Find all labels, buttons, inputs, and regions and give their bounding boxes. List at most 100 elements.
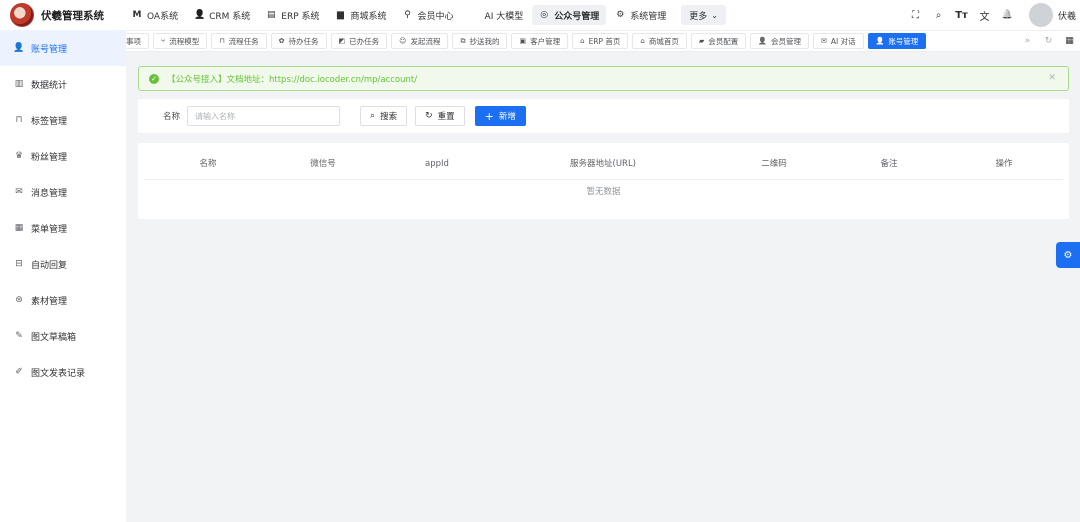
main-nav: M OA系统 👤 CRM 系统 ▤ ERP 系统 ▆ 商城系统 ⚲ 会员中心 AI 大模型 ◎ 公众号管…	[125, 0, 728, 30]
tab-8[interactable]: ⌂ ERP 首页	[572, 33, 629, 49]
tab-0[interactable]: 事项	[126, 33, 149, 49]
sidebar-item-label: 标签管理	[31, 116, 68, 127]
info-alert: ✓ 【公众号接入】文档地址：https://doc.iocoder.cn/mp/…	[138, 66, 1069, 91]
refresh-icon[interactable]: ↻	[1038, 36, 1059, 46]
tab-5[interactable]: ☺ 发起流程	[391, 33, 449, 49]
grid-icon: ▦	[14, 223, 24, 233]
sidebar-item-1[interactable]: ▥ 数据统计	[0, 66, 126, 102]
font-size-icon[interactable]: Tт	[950, 10, 973, 21]
brand[interactable]: 伏羲管理系统	[0, 3, 125, 27]
tab-label: 流程模型	[169, 36, 200, 46]
nav-item-4[interactable]: ⚲ 会员中心	[396, 5, 461, 25]
tab-11[interactable]: 👤 会员管理	[750, 33, 809, 49]
copy-icon: ⧉	[460, 36, 466, 45]
tab-10[interactable]: ▰ 会员配置	[690, 33, 747, 49]
alert-text[interactable]: 【公众号接入】文档地址：https://doc.iocoder.cn/mp/ac…	[167, 73, 417, 85]
table-header: 名称 微信号 appId 服务器地址(URL) 二维码 备注 操作	[144, 148, 1063, 180]
done-icon: ◩	[338, 37, 346, 45]
tab-9[interactable]: ⌂ 商城首页	[632, 33, 687, 49]
nav-item-1[interactable]: 👤 CRM 系统	[187, 5, 257, 25]
tab-label: ERP 首页	[588, 36, 621, 46]
user-icon: 👤	[875, 37, 885, 45]
tab-2[interactable]: ⊓ 流程任务	[211, 33, 267, 49]
sidebar-item-2[interactable]: ⊓ 标签管理	[0, 102, 126, 138]
sidebar-item-0[interactable]: 👤 账号管理	[0, 30, 126, 66]
nav-item-3[interactable]: ▆ 商城系统	[329, 5, 394, 25]
empty-text: 暂无数据	[586, 187, 621, 197]
reset-button[interactable]: ↻ 重置	[415, 106, 465, 126]
smile-icon: ☺	[399, 37, 407, 45]
tab-1[interactable]: ⑂ 流程模型	[153, 33, 208, 49]
nav-item-label: CRM 系统	[209, 11, 251, 22]
chat-icon: ✉	[820, 37, 827, 45]
tabs-bar: 事项 ⑂ 流程模型 ⊓ 流程任务 ✿ 待办任务 ◩ 已办任务 ☺ 发起流程 ⧉ 抄送我的 ▣ 客户管理 ⌂ ER…	[126, 30, 1080, 52]
search-button[interactable]: ⌕ 搜索	[360, 106, 408, 126]
tab-label: 已办任务	[349, 36, 380, 46]
sidebar-item-label: 账号管理	[31, 44, 68, 55]
tab-label: 会员配置	[708, 36, 739, 46]
close-icon[interactable]: ✕	[1048, 73, 1056, 83]
shop-icon: ▆	[337, 10, 344, 20]
tab-label: AI 对话	[830, 36, 856, 46]
name-label: 名称	[163, 112, 181, 122]
pen-icon: ✐	[15, 367, 23, 377]
todo-icon: ✿	[278, 37, 285, 45]
user-icon: 👤	[194, 10, 206, 20]
tab-4[interactable]: ◩ 已办任务	[330, 33, 388, 49]
tab-6[interactable]: ⧉ 抄送我的	[452, 33, 508, 49]
user-icon: 👤	[758, 37, 767, 45]
tab-3[interactable]: ✿ 待办任务	[270, 33, 327, 49]
column-header: 操作	[995, 159, 1013, 169]
sidebar-item-label: 素材管理	[31, 296, 68, 307]
name-input[interactable]	[187, 106, 341, 126]
sidebar-item-8[interactable]: ✎ 图文草稿箱	[0, 318, 126, 354]
m-icon: M	[132, 10, 142, 20]
chart-icon: ▥	[14, 79, 24, 89]
tabs-menu-icon[interactable]: ▦	[1059, 36, 1080, 46]
nav-item-2[interactable]: ▤ ERP 系统	[259, 5, 326, 25]
bell-icon[interactable]: 🔔	[996, 10, 1019, 20]
logo-icon	[10, 3, 34, 27]
aperture-icon: ⊛	[15, 295, 23, 305]
nav-item-label: OA系统	[147, 11, 179, 22]
sidebar-item-label: 自动回复	[31, 260, 68, 271]
search-icon[interactable]: ⌕	[927, 10, 950, 21]
nav-item-5[interactable]: AI 大模型	[463, 5, 531, 25]
sidebar-item-6[interactable]: ⊟ 自动回复	[0, 246, 126, 282]
sidebar-item-5[interactable]: ▦ 菜单管理	[0, 210, 126, 246]
tab-label: 会员管理	[770, 36, 801, 46]
sidebar-item-7[interactable]: ⊛ 素材管理	[0, 282, 126, 318]
tab-7[interactable]: ▣ 客户管理	[511, 33, 569, 49]
tab-12[interactable]: ✉ AI 对话	[812, 33, 864, 49]
compass-icon: ◎	[540, 10, 549, 20]
nav-item-7[interactable]: ⚙ 系统管理	[608, 5, 673, 25]
add-button[interactable]: + 新增	[474, 106, 526, 126]
flow-icon: ⑂	[161, 37, 166, 45]
column-header: 服务器地址(URL)	[570, 159, 636, 169]
success-check-icon: ✓	[149, 73, 159, 84]
sidebar-item-9[interactable]: ✐ 图文发表记录	[0, 354, 126, 390]
mail-icon: ✉	[15, 187, 23, 197]
settings-float-button[interactable]: ⚙	[1056, 242, 1080, 268]
customer-icon: ▣	[519, 37, 527, 45]
nav-item-label: AI 大模型	[484, 11, 524, 22]
sidebar-item-4[interactable]: ✉ 消息管理	[0, 174, 126, 210]
username[interactable]: 伏羲	[1058, 9, 1080, 22]
nav-item-6[interactable]: ◎ 公众号管理	[532, 5, 607, 25]
tab-label: 流程任务	[228, 36, 259, 46]
tabs-tools: » ↻ ▦	[1017, 36, 1080, 46]
sidebar-item-3[interactable]: ♛ 粉丝管理	[0, 138, 126, 174]
fullscreen-icon[interactable]: ⛶	[904, 10, 927, 21]
nav-item-label: 系统管理	[630, 11, 667, 22]
search-form: 名称 ⌕ 搜索 ↻ 重置 + 新增	[138, 99, 1069, 133]
sidebar-item-label: 数据统计	[31, 80, 68, 91]
nav-item-label: ERP 系统	[281, 11, 320, 22]
translate-icon[interactable]: 文	[973, 8, 996, 23]
more-menu[interactable]: 更多 ⌄	[681, 5, 726, 25]
column-header: 二维码	[761, 159, 787, 169]
avatar[interactable]	[1029, 3, 1053, 27]
nav-item-0[interactable]: M OA系统	[125, 5, 185, 25]
tab-13[interactable]: 👤 账号管理	[867, 33, 927, 49]
scroll-right-icon[interactable]: »	[1017, 36, 1038, 46]
tab-label: 待办任务	[288, 36, 319, 46]
